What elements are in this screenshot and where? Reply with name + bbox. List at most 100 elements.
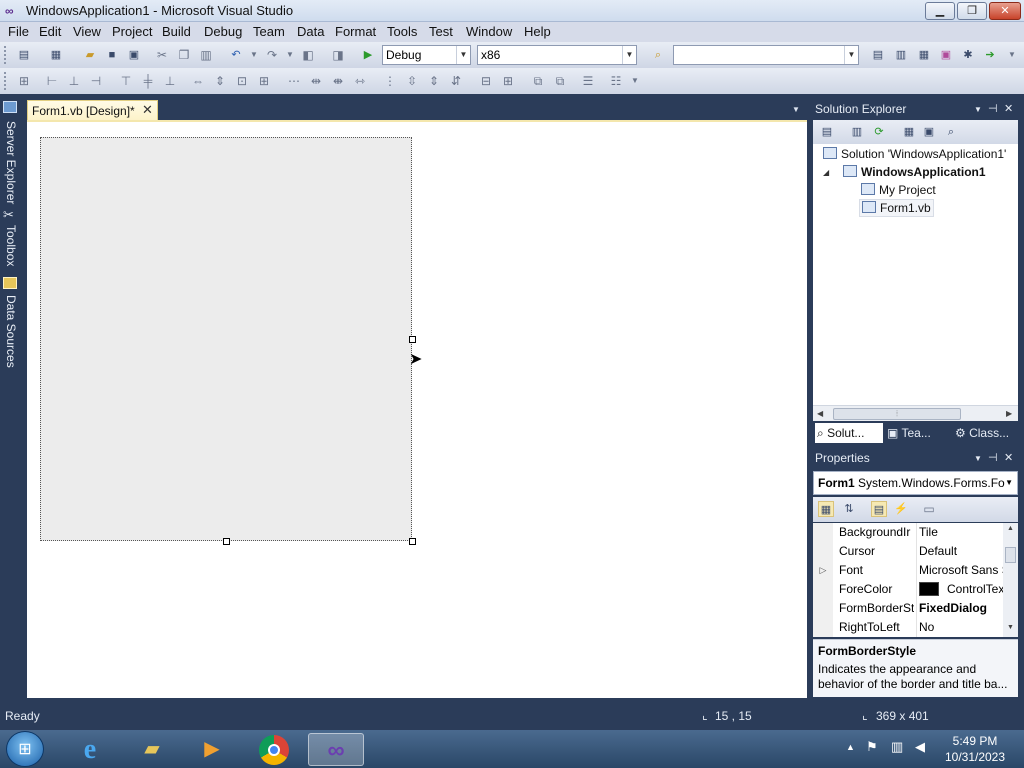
paste-icon[interactable]: ▥	[198, 47, 214, 63]
navigate-forward-icon[interactable]: ◨	[330, 47, 346, 63]
toolbar-overflow-icon[interactable]: ▼	[627, 73, 643, 89]
tab-solution-explorer[interactable]: ⌕ Solut...	[815, 423, 883, 443]
solution-explorer-title[interactable]: Solution Explorer ▼ ⊣ ✕	[812, 100, 1019, 119]
menu-help[interactable]: Help	[524, 22, 551, 42]
close-icon[interactable]: ✕	[1004, 449, 1013, 468]
scroll-right-icon[interactable]: ▶	[1006, 409, 1012, 418]
platform-select[interactable]: x86 ▼	[477, 45, 637, 65]
tree-item-solution[interactable]: Solution 'WindowsApplication1'	[823, 147, 1006, 161]
save-icon[interactable]: ■	[104, 47, 120, 63]
tab-class-view[interactable]: ⚙ Class...	[953, 423, 1017, 443]
window-position-icon[interactable]: ▼	[974, 449, 982, 468]
center-vertically-icon[interactable]: ⊞	[500, 73, 516, 89]
navigate-backward-icon[interactable]: ◧	[300, 47, 316, 63]
property-value[interactable]: Default	[916, 542, 1003, 561]
action-center-icon[interactable]: ⚑	[866, 739, 878, 755]
new-project-icon[interactable]: ▤	[16, 47, 32, 63]
find-in-files-icon[interactable]: ⌕	[650, 47, 666, 63]
active-files-dropdown-icon[interactable]: ▼	[792, 106, 802, 114]
tab-form1-design[interactable]: Form1.vb [Design]* ✕	[27, 100, 158, 121]
align-rights-icon[interactable]: ⊣	[88, 73, 104, 89]
title-bar[interactable]: ∞ WindowsApplication1 - Microsoft Visual…	[0, 0, 1024, 22]
bring-to-front-icon[interactable]: ⧉	[530, 73, 546, 89]
close-icon[interactable]: ✕	[1004, 100, 1013, 119]
increase-horizontal-spacing-icon[interactable]: ⇹	[308, 73, 324, 89]
properties-object-select[interactable]: Form1 System.Windows.Forms.Fo ▼	[813, 471, 1018, 495]
start-page-icon[interactable]: ➔	[982, 47, 998, 63]
file-explorer-icon[interactable]: ▰	[124, 733, 180, 766]
maximize-button[interactable]: ❐	[957, 2, 987, 20]
center-horizontally-icon[interactable]: ⊟	[478, 73, 494, 89]
menu-test[interactable]: Test	[429, 22, 453, 42]
expand-arrow-icon[interactable]: ◢	[823, 168, 829, 177]
tree-item-form1[interactable]: Form1.vb	[859, 199, 934, 217]
align-centers-icon[interactable]: ⊥	[66, 73, 82, 89]
menu-format[interactable]: Format	[335, 22, 376, 42]
properties-icon[interactable]: ▤	[819, 124, 835, 140]
media-player-icon[interactable]: ▶	[184, 733, 240, 766]
window-position-icon[interactable]: ▼	[974, 100, 982, 119]
property-row[interactable]: BackgroundIr Tile	[813, 523, 1003, 542]
start-button[interactable]: ⊞	[6, 731, 44, 767]
resize-handle-bottom[interactable]	[223, 538, 230, 545]
find-combo[interactable]: ▼	[673, 45, 859, 65]
horizontal-scrollbar[interactable]: ◀ ⦙ ▶	[813, 405, 1018, 421]
property-row[interactable]: FormBorderSt FixedDialog	[813, 599, 1003, 618]
start-debugging-icon[interactable]: ▶	[360, 47, 376, 63]
property-value[interactable]: FixedDialog	[916, 599, 1003, 618]
scroll-left-icon[interactable]: ◀	[817, 409, 823, 418]
tree-item-my-project[interactable]: My Project	[861, 183, 936, 197]
internet-explorer-icon[interactable]: e	[62, 733, 118, 766]
server-explorer-tab[interactable]: Server Explorer	[2, 121, 18, 204]
show-hidden-icons-icon[interactable]: ▲	[846, 742, 855, 752]
toolbar-overflow-icon[interactable]: ▼	[1004, 47, 1020, 63]
scroll-thumb[interactable]: ⦙	[833, 408, 961, 420]
properties-window-icon[interactable]: ▥	[893, 47, 909, 63]
lock-controls-icon[interactable]: ☷	[608, 73, 624, 89]
close-icon[interactable]: ✕	[142, 102, 153, 118]
form1-designer[interactable]	[40, 137, 412, 541]
toolbar-grip[interactable]	[4, 46, 7, 64]
network-icon[interactable]: ▥	[891, 739, 903, 755]
save-all-icon[interactable]: ▣	[126, 47, 142, 63]
menu-team[interactable]: Team	[253, 22, 285, 42]
property-row[interactable]: ▷ Font Microsoft Sans S	[813, 561, 1003, 580]
property-pages-icon[interactable]: ▭	[921, 501, 937, 517]
toolbox-tab[interactable]: Toolbox	[2, 225, 18, 266]
property-value[interactable]: No	[916, 618, 1003, 637]
send-to-back-icon[interactable]: ⧉	[552, 73, 568, 89]
remove-vertical-spacing-icon[interactable]: ⇵	[448, 73, 464, 89]
make-same-height-icon[interactable]: ⇕	[212, 73, 228, 89]
tab-order-icon[interactable]: ☰	[580, 73, 596, 89]
view-class-diagram-icon[interactable]: ⌕	[943, 124, 959, 140]
properties-view-icon[interactable]: ▤	[871, 501, 887, 517]
view-code-icon[interactable]: ▦	[901, 124, 917, 140]
tab-team-explorer[interactable]: ▣ Tea...	[885, 423, 951, 443]
solution-explorer-icon[interactable]: ▤	[870, 47, 886, 63]
volume-muted-icon[interactable]: ◀	[915, 739, 925, 755]
view-designer-icon[interactable]: ▣	[921, 124, 937, 140]
make-same-width-icon[interactable]: ⇔	[190, 73, 206, 89]
events-icon[interactable]: ⚡	[893, 501, 909, 517]
menu-debug[interactable]: Debug	[204, 22, 242, 42]
tree-item-project[interactable]: WindowsApplication1	[843, 165, 986, 179]
toolbox-icon[interactable]: ▣	[938, 47, 954, 63]
redo-icon[interactable]: ↷	[264, 47, 280, 63]
property-value[interactable]: ControlTex	[916, 580, 1003, 599]
alphabetical-icon[interactable]: ⇅	[841, 501, 857, 517]
visual-studio-taskbar-button[interactable]: ∞	[308, 733, 364, 766]
menu-file[interactable]: File	[8, 22, 29, 42]
menu-build[interactable]: Build	[162, 22, 191, 42]
object-browser-icon[interactable]: ▦	[916, 47, 932, 63]
refresh-icon[interactable]: ⟳	[871, 124, 887, 140]
menu-tools[interactable]: Tools	[387, 22, 417, 42]
size-to-grid-icon[interactable]: ⊞	[256, 73, 272, 89]
redo-dropdown-icon[interactable]: ▼	[282, 47, 298, 63]
align-middles-icon[interactable]: ╪	[140, 73, 156, 89]
scroll-down-icon[interactable]: ▼	[1007, 624, 1014, 631]
minimize-button[interactable]: ▁	[925, 2, 955, 20]
copy-icon[interactable]: ❐	[176, 47, 192, 63]
data-sources-tab[interactable]: Data Sources	[2, 295, 18, 368]
property-row[interactable]: RightToLeft No	[813, 618, 1003, 637]
add-item-icon[interactable]: ▦	[48, 47, 64, 63]
